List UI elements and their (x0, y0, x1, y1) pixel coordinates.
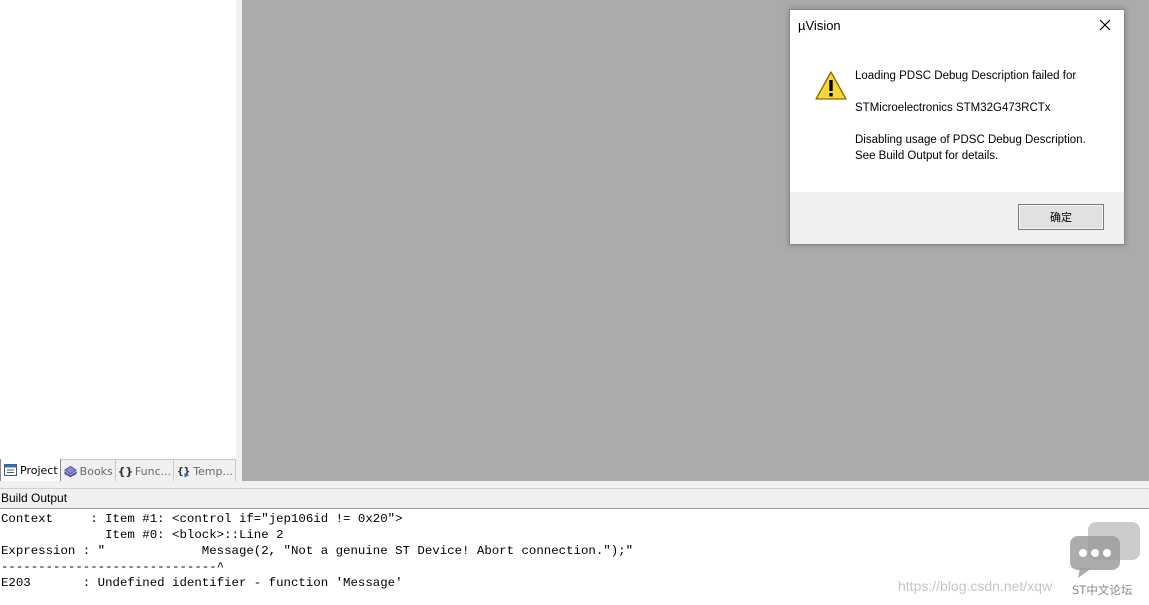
message-line-4: See Build Output for details. (855, 150, 999, 162)
books-icon (63, 465, 77, 477)
warning-icon (815, 71, 847, 100)
tab-project[interactable]: Project (0, 459, 61, 482)
functions-icon: {} (117, 464, 134, 478)
message-dialog: µVision Loading PDSC Debug Description f… (789, 9, 1125, 245)
tab-functions-label: Func... (134, 464, 172, 478)
watermark-brand: ST中文论坛 (1072, 583, 1133, 597)
svg-text:{}: {} (177, 466, 190, 477)
message-line-3: Disabling usage of PDSC Debug Descriptio… (855, 134, 1086, 146)
tab-books-label: Books (79, 464, 113, 478)
message-line-2: STMicroelectronics STM32G473RCTx (855, 102, 1051, 114)
chat-bubble-icon (1070, 522, 1140, 578)
tab-functions[interactable]: {} Func... (116, 460, 175, 482)
project-panel (0, 0, 237, 481)
dialog-title: µVision (798, 18, 841, 33)
horizontal-splitter[interactable] (0, 481, 1149, 488)
ok-button[interactable]: 确定 (1018, 204, 1104, 230)
dialog-footer: 确定 (790, 192, 1124, 244)
dialog-message: Loading PDSC Debug Description failed fo… (855, 68, 1115, 164)
watermark-url: https://blog.csdn.net/xqw (898, 578, 1053, 594)
close-button[interactable] (1092, 14, 1118, 36)
close-icon (1099, 19, 1111, 31)
tab-templates-label: Temp... (193, 464, 233, 478)
tab-project-label: Project (20, 463, 58, 477)
message-line-1: Loading PDSC Debug Description failed fo… (855, 70, 1077, 82)
tab-books[interactable]: Books (61, 460, 116, 482)
project-panel-tabs: Project Books {} Func... {} Temp... (0, 459, 236, 482)
build-output-title: Build Output (0, 488, 1149, 509)
project-icon (4, 464, 17, 476)
tab-templates[interactable]: {} Temp... (174, 460, 236, 482)
templates-icon: {} (177, 465, 190, 477)
